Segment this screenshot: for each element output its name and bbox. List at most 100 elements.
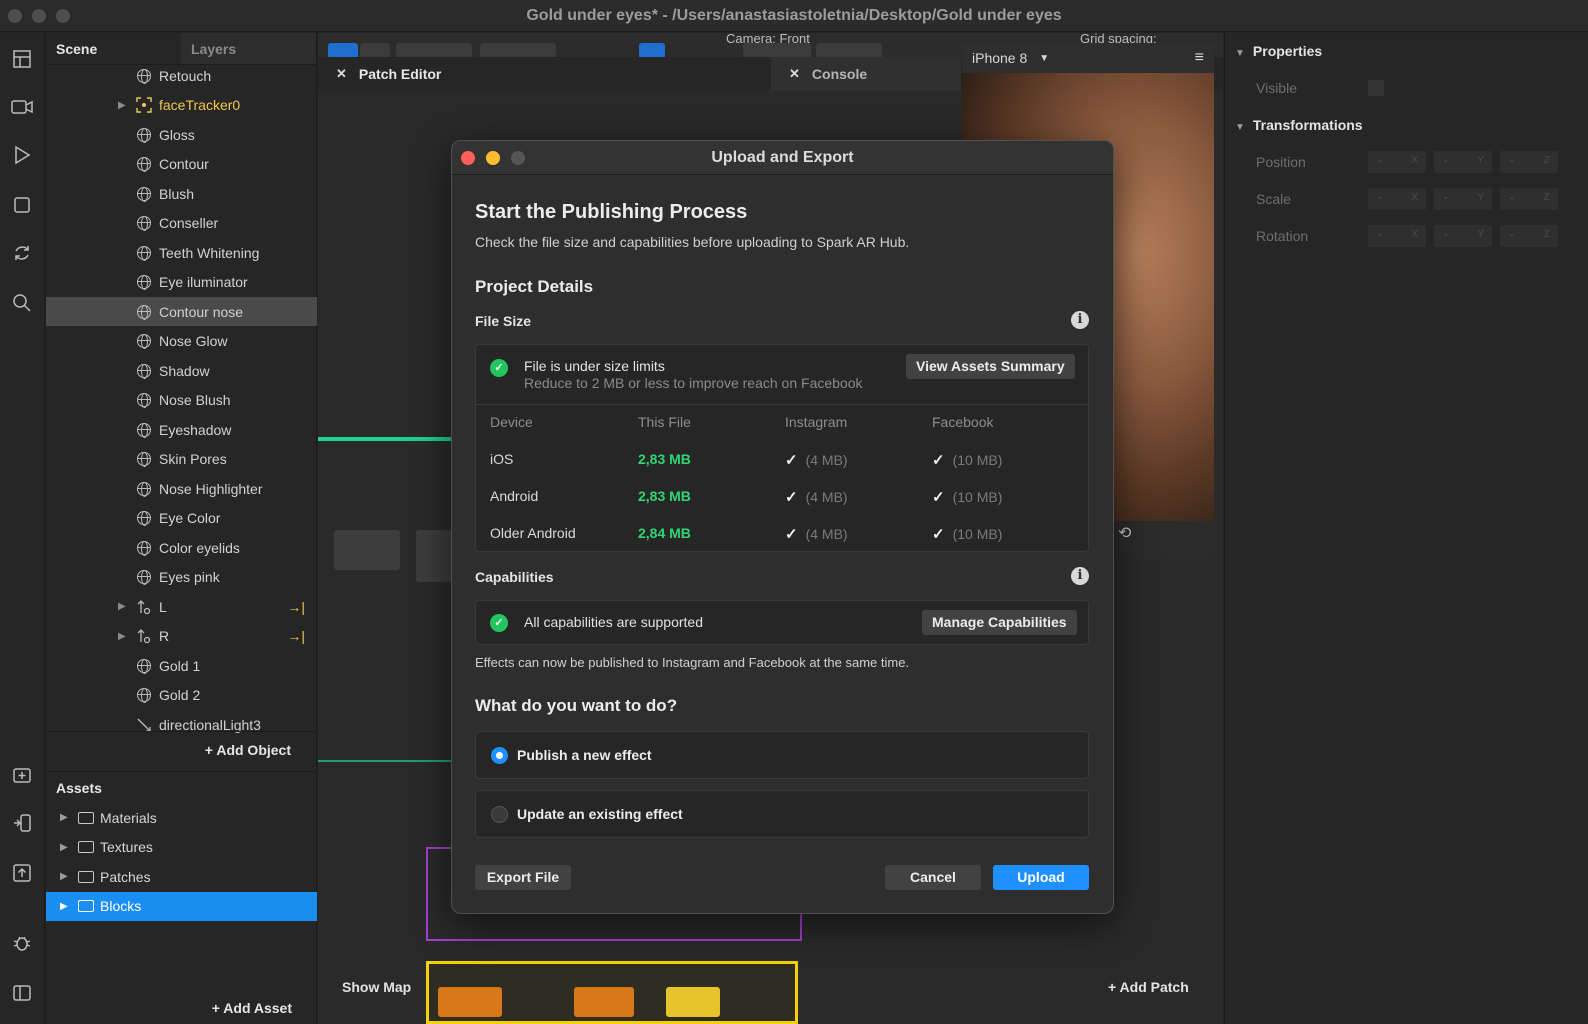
scene-item[interactable]: Eyeshadow (46, 415, 317, 444)
publish-new-effect-option[interactable]: Publish a new effect (475, 731, 1089, 779)
manage-capabilities-button[interactable]: Manage Capabilities (922, 610, 1077, 635)
expand-arrow-icon[interactable]: ▶ (60, 842, 68, 853)
view-assets-summary-button[interactable]: View Assets Summary (906, 354, 1075, 379)
asset-folder-materials[interactable]: ▶ Materials (46, 803, 317, 832)
asset-folder-patches[interactable]: ▶ Patches (46, 862, 317, 891)
dialog-close-button[interactable] (461, 151, 475, 165)
folder-icon (78, 841, 94, 853)
search-icon[interactable] (8, 289, 36, 317)
show-map-button[interactable]: Show Map (342, 979, 411, 995)
asset-folder-blocks[interactable]: ▶ Blocks (46, 891, 317, 921)
update-existing-effect-option[interactable]: Update an existing effect (475, 790, 1089, 838)
tab-scene[interactable]: Scene (46, 33, 181, 64)
expand-arrow-icon[interactable]: ▶ (118, 601, 126, 612)
globe-icon (136, 186, 152, 202)
radio-selected[interactable] (491, 747, 508, 764)
menu-icon[interactable]: ≡ (1195, 49, 1204, 67)
face-tracker-patch[interactable] (416, 530, 456, 582)
fast-color-lut-patch[interactable] (574, 987, 634, 1017)
tab-patch-editor[interactable]: ✕ Patch Editor (336, 57, 776, 91)
scene-item[interactable]: Nose Highlighter (46, 474, 317, 503)
scene-item[interactable]: Blush (46, 179, 317, 208)
asset-folder-label: Blocks (100, 898, 142, 914)
rotation-z-field[interactable]: -Z (1500, 225, 1558, 247)
device-icon[interactable] (8, 809, 36, 837)
upload-button[interactable]: Upload (993, 865, 1089, 890)
bug-icon[interactable] (8, 929, 36, 957)
scene-item[interactable]: Contour (46, 150, 317, 179)
position-z-field[interactable]: -Z (1500, 151, 1558, 173)
action-question: What do you want to do? (475, 696, 678, 715)
add-asset-button[interactable]: + Add Asset (212, 1000, 292, 1016)
checkmark-icon: ✓ (785, 489, 798, 506)
scale-y-field[interactable]: -Y (1434, 188, 1492, 210)
scene-item[interactable]: Gold 1 (46, 651, 317, 680)
close-icon[interactable]: ✕ (336, 66, 347, 82)
scene-item[interactable]: Contour nose (46, 297, 317, 326)
info-icon[interactable]: i (1071, 311, 1089, 329)
scene-item[interactable]: Color eyelids (46, 533, 317, 562)
scene-item[interactable]: Skin Pores (46, 445, 317, 474)
scene-item[interactable]: Eyes pink (46, 563, 317, 592)
scene-item[interactable]: Eye iluminator (46, 268, 317, 297)
panel-icon[interactable] (8, 979, 36, 1007)
position-y-field[interactable]: -Y (1434, 151, 1492, 173)
scene-item[interactable]: Nose Glow (46, 327, 317, 356)
cancel-button[interactable]: Cancel (885, 865, 981, 890)
scene-item[interactable]: Eye Color (46, 504, 317, 533)
position-x-field[interactable]: -X (1368, 151, 1426, 173)
expand-arrow-icon[interactable]: ▶ (118, 100, 126, 111)
upload-icon[interactable] (8, 859, 36, 887)
scene-item[interactable]: Teeth Whitening (46, 238, 317, 267)
add-patch-button[interactable]: + Add Patch (1108, 979, 1189, 995)
table-cell-instagram: ✓ (4 MB) (785, 526, 848, 543)
scene-item[interactable]: Retouch (46, 61, 317, 90)
link-arrow-icon[interactable]: →| (287, 599, 305, 615)
scene-item[interactable]: Gold 2 (46, 681, 317, 710)
scene-item[interactable]: Nose Blush (46, 386, 317, 415)
scale-z-field[interactable]: -Z (1500, 188, 1558, 210)
info-icon[interactable]: i (1071, 567, 1089, 585)
visible-checkbox[interactable] (1368, 80, 1384, 96)
expand-arrow-icon[interactable]: ▶ (60, 812, 68, 823)
globe-icon (136, 451, 152, 467)
rotation-x-field[interactable]: -X (1368, 225, 1426, 247)
tab-console[interactable]: ✕ Console (771, 57, 961, 91)
export-file-button[interactable]: Export File (475, 865, 571, 890)
rotate-device-icon[interactable]: ⟲ (1118, 523, 1131, 543)
device-selector[interactable]: iPhone 8 ▼ ≡ (962, 43, 1214, 73)
scene-item[interactable]: Shadow (46, 356, 317, 385)
camera-texture-patch[interactable] (438, 987, 502, 1017)
rotation-y-field[interactable]: -Y (1434, 225, 1492, 247)
tab-layers[interactable]: Layers (181, 33, 316, 64)
face-select-patch[interactable] (334, 530, 400, 570)
properties-header[interactable]: ▼ Properties (1235, 43, 1322, 59)
layout-icon[interactable] (8, 45, 36, 73)
transformations-header[interactable]: ▼ Transformations (1235, 117, 1363, 133)
close-icon[interactable]: ✕ (789, 66, 800, 82)
expand-arrow-icon[interactable]: ▶ (60, 901, 68, 912)
scene-item[interactable]: ▶ R →| (46, 622, 317, 651)
properties-panel: ▼ Properties Visible ▼ Transformations Pos… (1224, 33, 1588, 1024)
radio-unselected[interactable] (491, 806, 508, 823)
link-arrow-icon[interactable]: →| (287, 628, 305, 644)
table-cell-device: Older Android (490, 525, 576, 541)
capabilities-status: All capabilities are supported (524, 614, 703, 630)
scene-item[interactable]: Conseller (46, 209, 317, 238)
dialog-minimize-button[interactable] (486, 151, 500, 165)
stop-icon[interactable] (8, 191, 36, 219)
filter-patch[interactable] (666, 987, 720, 1017)
scene-item[interactable]: ▶ faceTracker0 (46, 91, 317, 120)
scale-x-field[interactable]: -X (1368, 188, 1426, 210)
expand-arrow-icon[interactable]: ▶ (60, 871, 68, 882)
refresh-icon[interactable] (8, 239, 36, 267)
scene-item[interactable]: ▶ L →| (46, 592, 317, 621)
play-icon[interactable] (8, 141, 36, 169)
expand-arrow-icon[interactable]: ▶ (118, 631, 126, 642)
scene-item-label: L (159, 598, 167, 615)
asset-folder-textures[interactable]: ▶ Textures (46, 833, 317, 862)
scene-item[interactable]: Gloss (46, 120, 317, 149)
video-camera-icon[interactable] (8, 93, 36, 121)
add-object-button[interactable]: + Add Object (205, 742, 291, 758)
import-icon[interactable] (8, 761, 36, 789)
